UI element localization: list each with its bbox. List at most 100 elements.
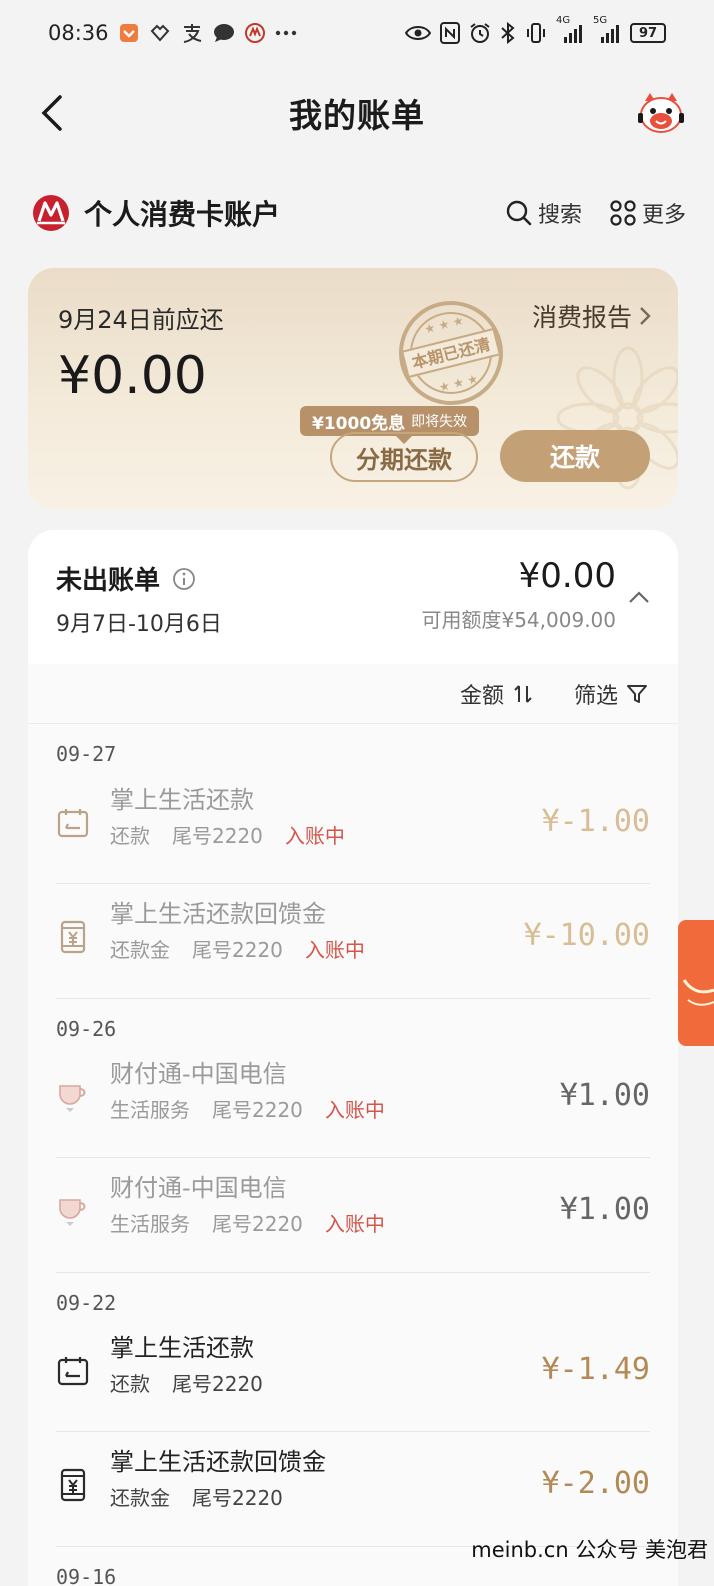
transaction-meta: 生活服务 尾号2220 入账中	[110, 1094, 385, 1123]
more-button[interactable]: 更多	[610, 197, 686, 229]
transaction-row[interactable]: 掌上生活还款 还款 尾号2220 ¥-1.49	[56, 1318, 650, 1432]
nfc-icon	[440, 22, 460, 44]
account-name[interactable]: 个人消费卡账户	[84, 193, 478, 233]
transaction-row[interactable]: 财付通-中国电信 生活服务 尾号2220 入账中 ¥1.00	[56, 1044, 650, 1158]
transaction-title: 掌上生活还款回馈金	[110, 900, 326, 928]
status-right: 4G 5G 97	[405, 15, 666, 44]
card-tail: 尾号2220	[172, 824, 263, 848]
transaction-category: 还款金	[110, 938, 170, 962]
filter-label: 筛选	[573, 683, 618, 709]
posting-status: 入账中	[324, 1212, 385, 1236]
transaction-amount: ¥-1.00	[541, 804, 650, 839]
network-5g-label: 5G	[593, 15, 608, 26]
network-4g-label: 4G	[556, 15, 571, 26]
grid-icon	[610, 200, 636, 226]
transaction-row[interactable]: 掌上生活还款回馈金 还款金 尾号2220 入账中 ¥-10.00	[56, 884, 650, 998]
unbilled-panel: 未出账单 9月7日-10月6日 ¥0.00 可用额度¥54,009.00 金额 …	[28, 530, 678, 1586]
available-credit: 可用额度¥54,009.00	[421, 608, 616, 632]
svg-text:★ ★ ★: ★ ★ ★	[437, 371, 479, 394]
tea-cup-icon	[59, 1199, 86, 1226]
bluetooth-icon	[500, 22, 516, 44]
transaction-row[interactable]: 掌上生活还款 还款 尾号2220 入账中 ¥-1.00	[56, 770, 650, 884]
transaction-amount: ¥-1.49	[541, 1352, 650, 1387]
transaction-meta: 还款金 尾号2220 入账中	[110, 934, 365, 963]
paid-off-stamp: 本期已还清 ★ ★ ★ ★ ★ ★	[399, 301, 503, 405]
filter-button[interactable]: 筛选	[574, 678, 648, 710]
date-header: 09-27	[56, 742, 117, 766]
transaction-title: 掌上生活还款回馈金	[110, 1448, 326, 1476]
account-row: 个人消费卡账户 搜索 更多	[32, 188, 686, 238]
transaction-title: 财付通-中国电信	[110, 1174, 287, 1202]
mascot-assistant-icon[interactable]	[636, 91, 686, 139]
transaction-row[interactable]: 掌上生活还款回馈金 还款金 尾号2220 ¥-2.00	[56, 1432, 650, 1546]
transaction-row[interactable]: 财付通-中国电信 生活服务 尾号2220 入账中 ¥1.00	[56, 1158, 650, 1272]
transaction-meta: 还款金 尾号2220	[110, 1482, 283, 1511]
battery-indicator: 97	[630, 23, 666, 43]
app-notification-icon	[119, 23, 139, 43]
vibrate-icon	[525, 22, 547, 44]
alipay-icon	[181, 22, 203, 44]
repayment-calendar-icon	[57, 1357, 89, 1386]
transaction-amount: ¥-2.00	[541, 1466, 650, 1501]
more-label: 更多	[641, 203, 686, 228]
alarm-icon	[469, 22, 491, 44]
posting-status: 入账中	[324, 1098, 385, 1122]
signal-4g-icon: 4G	[556, 15, 584, 43]
card-tail: 尾号2220	[192, 938, 283, 962]
bill-total-amount: ¥0.00	[518, 556, 616, 596]
svg-text:★ ★ ★: ★ ★ ★	[423, 313, 465, 336]
collapse-button[interactable]	[626, 584, 652, 610]
watermark: meinb.cn 公众号 美泡君	[471, 1538, 708, 1562]
page-title: 我的账单	[289, 96, 425, 135]
promo-sub-text: 即将失效	[411, 414, 468, 430]
transaction-category: 生活服务	[110, 1212, 190, 1236]
message-icon	[213, 23, 235, 43]
transaction-category: 还款	[110, 824, 150, 848]
chevron-right-icon	[640, 307, 651, 325]
transaction-title: 掌上生活还款	[110, 1334, 254, 1362]
posting-status: 入账中	[284, 824, 345, 848]
transaction-meta: 生活服务 尾号2220 入账中	[110, 1208, 385, 1237]
bill-title-text: 未出账单	[56, 566, 161, 596]
bank-logo-icon	[33, 195, 69, 231]
status-left: 08:36	[48, 21, 297, 45]
bill-period: 9月7日-10月6日	[56, 612, 222, 637]
report-label: 消费报告	[531, 303, 632, 332]
bank-app-icon	[244, 23, 265, 43]
transaction-amount: ¥1.00	[559, 1078, 650, 1113]
card-tail: 尾号2220	[172, 1372, 263, 1396]
transaction-amount: ¥-10.00	[523, 918, 650, 953]
transaction-meta: 还款 尾号2220	[110, 1368, 263, 1397]
sort-by-amount-button[interactable]: 金额	[460, 678, 534, 710]
transaction-category: 还款金	[110, 1486, 170, 1510]
consumption-report-link[interactable]: 消费报告	[532, 298, 652, 334]
transaction-meta: 还款 尾号2220 入账中	[110, 820, 345, 849]
repay-card: 9月24日前应还 ¥0.00 消费报告 本期已还清 ★ ★ ★ ★ ★ ★ ¥1…	[28, 268, 678, 510]
installment-repay-button[interactable]: 分期还款	[330, 432, 478, 482]
posting-status: 入账中	[304, 938, 365, 962]
cashback-voucher-icon	[60, 920, 86, 954]
gift-ribbon-icon	[678, 920, 714, 1046]
repay-button[interactable]: 还款	[500, 430, 650, 482]
transaction-category: 生活服务	[110, 1098, 190, 1122]
card-tail: 尾号2220	[212, 1212, 303, 1236]
date-header: 09-22	[56, 1272, 650, 1318]
filter-funnel-icon	[627, 684, 647, 703]
due-date-label: 9月24日前应还	[58, 306, 224, 334]
transaction-title: 掌上生活还款	[110, 786, 254, 814]
cashback-voucher-icon	[60, 1468, 86, 1502]
back-button[interactable]	[34, 93, 74, 133]
more-notifications-icon	[275, 30, 297, 36]
heart-app-icon	[149, 23, 171, 43]
repayment-calendar-icon	[57, 809, 89, 838]
promo-main-text: ¥1000免息	[312, 413, 406, 434]
floating-promo-widget[interactable]	[678, 920, 714, 1046]
card-tail: 尾号2220	[192, 1486, 283, 1510]
status-time: 08:36	[48, 21, 109, 45]
info-icon[interactable]	[172, 567, 196, 591]
due-amount: ¥0.00	[58, 346, 207, 406]
status-bar: 08:36 4G 5G 97	[0, 0, 714, 66]
search-button[interactable]: 搜索	[506, 197, 582, 229]
sort-filter-bar: 金额 筛选	[28, 664, 678, 724]
eye-icon	[405, 24, 431, 42]
